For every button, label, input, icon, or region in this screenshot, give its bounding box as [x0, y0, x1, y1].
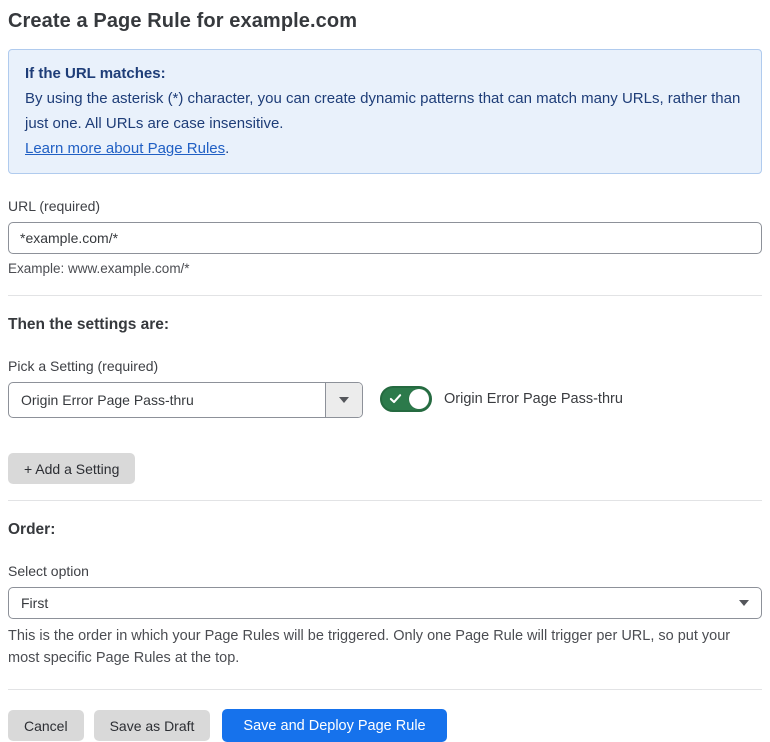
add-setting-button[interactable]: + Add a Setting [8, 453, 136, 484]
order-section-heading: Order: [8, 521, 56, 538]
check-icon [389, 394, 402, 404]
order-select[interactable]: First [8, 587, 762, 619]
form-footer: Cancel Save as Draft Save and Deploy Pag… [8, 709, 762, 742]
order-select-wrap: First [8, 587, 762, 619]
info-box-link-line: Learn more about Page Rules. [25, 136, 745, 161]
learn-more-link[interactable]: Learn more about Page Rules [25, 140, 225, 157]
setting-dropdown[interactable]: Origin Error Page Pass-thru [8, 382, 363, 418]
divider [8, 500, 762, 501]
url-example-helper: Example: www.example.com/* [8, 261, 190, 276]
url-label: URL (required) [8, 198, 101, 214]
link-suffix: . [225, 140, 230, 157]
order-helper-text: This is the order in which your Page Rul… [8, 628, 731, 666]
chevron-down-icon [339, 397, 349, 403]
toggle-knob [409, 389, 429, 409]
setting-toggle[interactable] [380, 386, 432, 412]
chevron-down-icon [739, 600, 749, 606]
page-title: Create a Page Rule for example.com [8, 10, 358, 32]
info-box-heading: If the URL matches: [25, 65, 166, 82]
setting-dropdown-value: Origin Error Page Pass-thru [21, 392, 194, 408]
info-box-body: By using the asterisk (*) character, you… [25, 90, 741, 132]
divider [8, 689, 762, 690]
url-match-info-box: If the URL matches: By using the asteris… [8, 49, 762, 174]
order-select-label: Select option [8, 563, 89, 579]
url-input[interactable] [8, 222, 762, 254]
setting-dropdown-arrow-button[interactable] [325, 383, 362, 417]
setting-row: Origin Error Page Pass-thru Origin Error… [8, 382, 762, 418]
save-as-draft-button[interactable]: Save as Draft [93, 710, 211, 741]
toggle-label: Origin Error Page Pass-thru [444, 391, 623, 407]
save-and-deploy-button[interactable]: Save and Deploy Page Rule [222, 709, 447, 742]
order-select-value: First [21, 595, 49, 611]
divider [8, 295, 762, 296]
cancel-button[interactable]: Cancel [8, 710, 84, 741]
pick-setting-label: Pick a Setting (required) [8, 358, 159, 374]
page-rule-form: Create a Page Rule for example.com If th… [0, 0, 770, 742]
settings-section-heading: Then the settings are: [8, 316, 170, 333]
